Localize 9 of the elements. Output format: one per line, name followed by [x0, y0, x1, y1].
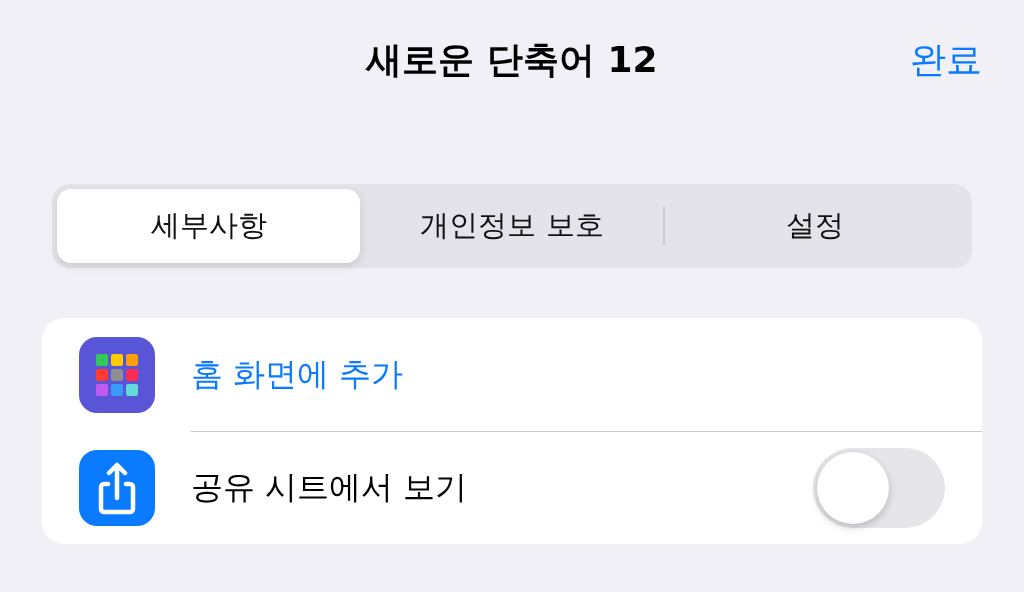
row-label: 공유 시트에서 보기: [191, 466, 469, 508]
done-button[interactable]: 완료: [910, 35, 982, 85]
share-icon: [79, 449, 155, 526]
tab[interactable]: 설정: [663, 189, 967, 263]
tab[interactable]: 세부사항: [57, 189, 361, 263]
tab[interactable]: 개인정보 보호: [360, 189, 664, 263]
add-to-home-link[interactable]: 홈 화면에 추가: [191, 352, 945, 397]
app-grid-icon: [79, 336, 155, 413]
window-title: 새로운 단축어 12: [366, 37, 658, 82]
